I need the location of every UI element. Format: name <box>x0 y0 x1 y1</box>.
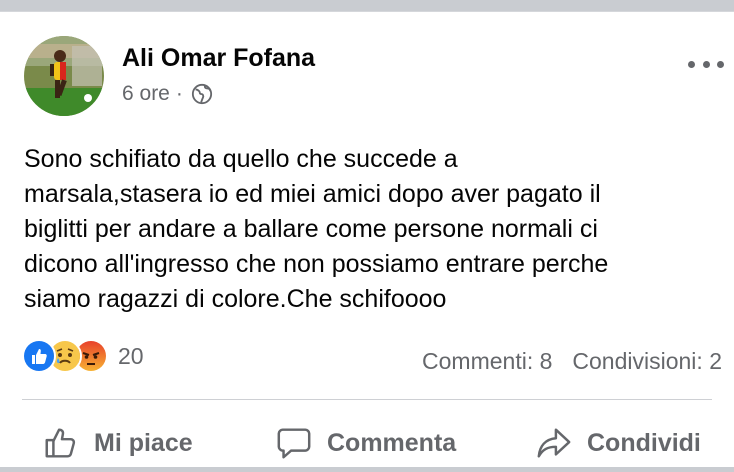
card-bottom-edge <box>0 467 734 472</box>
share-button[interactable]: Condividi <box>535 424 701 462</box>
reactions-count: 20 <box>118 342 144 369</box>
post-meta: 6 ore · <box>122 82 213 106</box>
post-actions-bar: Mi piace Commenta Condividi <box>0 412 734 472</box>
share-arrow-icon <box>537 428 571 458</box>
globe-icon[interactable] <box>191 83 213 105</box>
reactions-summary[interactable]: 20 <box>22 339 144 373</box>
post-card: Ali Omar Fofana 6 ore · Sono schifiato d… <box>0 11 734 472</box>
post-text-line: siamo ragazzi di colore.Che schifoooo <box>24 285 447 313</box>
like-button[interactable]: Mi piace <box>42 424 193 462</box>
post-text-line: Sono schifiato da quello che succede a <box>24 145 458 173</box>
thumbs-up-icon <box>45 428 76 458</box>
comment-bubble-icon <box>277 428 311 459</box>
like-icon <box>22 339 56 373</box>
author-name[interactable]: Ali Omar Fofana <box>122 44 315 73</box>
post-text: Sono schifiato da quello che succede a m… <box>24 142 724 317</box>
like-button-label: Mi piace <box>94 428 193 457</box>
share-button-label: Condividi <box>587 428 701 457</box>
comment-button[interactable]: Commenta <box>275 424 456 462</box>
more-options-icon[interactable] <box>688 56 724 72</box>
shares-count-link[interactable]: Condivisioni: 2 <box>572 348 722 375</box>
comment-button-label: Commenta <box>327 428 457 457</box>
comments-count-link[interactable]: Commenti: 8 <box>422 348 552 375</box>
actions-divider <box>22 399 712 400</box>
post-stats: Commenti: 8 Condivisioni: 2 <box>422 348 722 375</box>
post-text-line: dicono all'ingresso che non possiamo ent… <box>24 250 609 278</box>
post-text-line: biglitti per andare a ballare come perso… <box>24 215 598 243</box>
meta-separator: · <box>175 82 183 105</box>
post-text-line: marsala,stasera io ed miei amici dopo av… <box>24 180 601 208</box>
post-time[interactable]: 6 ore <box>122 82 170 106</box>
author-avatar[interactable] <box>24 36 104 116</box>
